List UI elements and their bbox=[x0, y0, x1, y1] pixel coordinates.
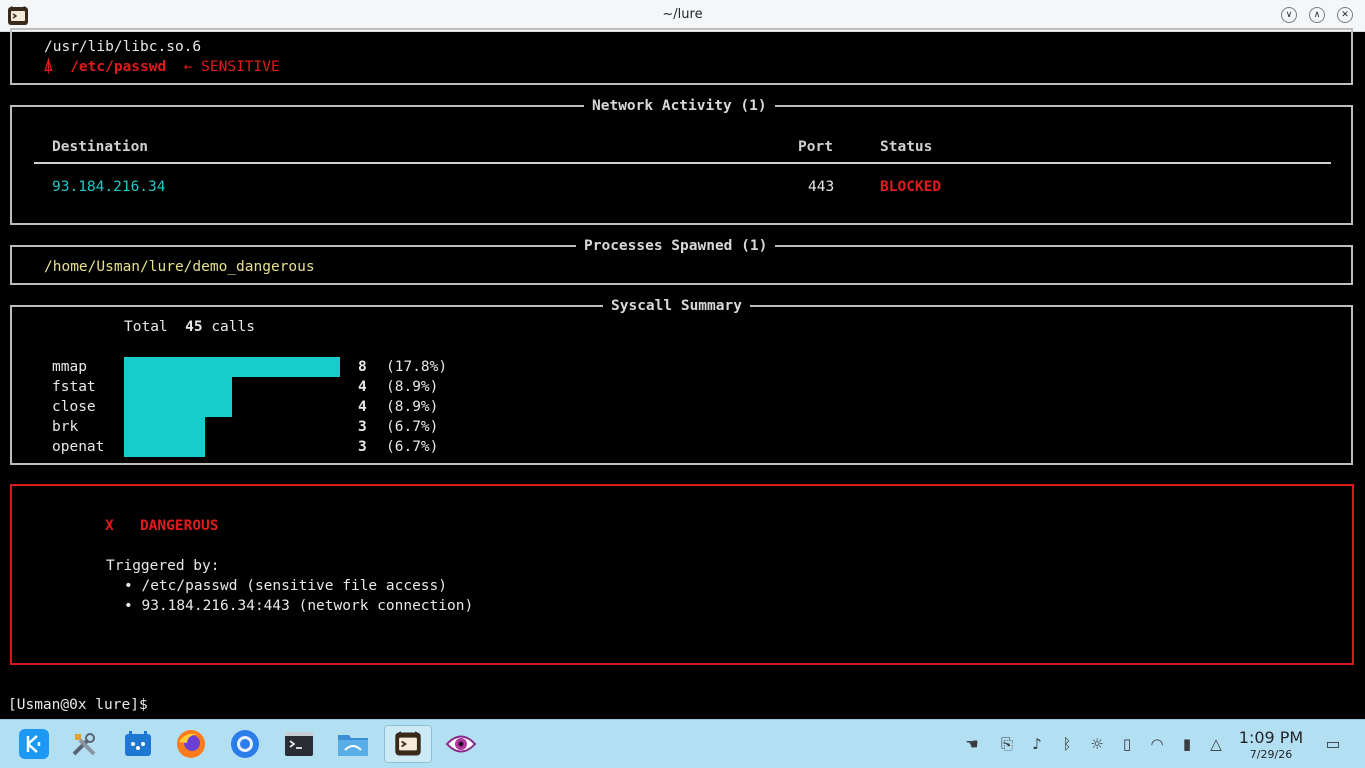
process-path: /home/Usman/lure/demo_dangerous bbox=[44, 259, 315, 275]
syscall-bar bbox=[124, 417, 205, 437]
volume-icon[interactable]: ♪ bbox=[1027, 734, 1047, 754]
syscall-bar bbox=[124, 357, 340, 377]
close-icon: ✕ bbox=[1341, 10, 1349, 20]
syscall-percent: (8.9%) bbox=[386, 379, 439, 395]
syscall-name: close bbox=[52, 399, 96, 415]
syscall-name: fstat bbox=[52, 379, 96, 395]
taskbar: ☚ ⎘ ♪ ᛒ ☼ ▯ ◠ ▮ △ 1:09 PM 7/29/26 ▭ bbox=[0, 719, 1365, 768]
syscall-total-value: 45 bbox=[185, 319, 203, 335]
battery-icon[interactable]: ▮ bbox=[1177, 734, 1197, 754]
show-desktop-icon[interactable]: ▭ bbox=[1323, 734, 1343, 754]
network-activity-box: Network Activity (1) Destination Port St… bbox=[10, 96, 1353, 225]
syscall-percent: (6.7%) bbox=[386, 419, 439, 435]
column-header-destination: Destination bbox=[52, 139, 149, 155]
network-icon[interactable]: △ bbox=[1206, 734, 1226, 754]
processes-spawned-box: Processes Spawned (1) /home/Usman/lure/d… bbox=[10, 236, 1353, 285]
minimize-button[interactable]: ∨ bbox=[1281, 7, 1297, 23]
chevron-up-icon: ∧ bbox=[1313, 10, 1321, 20]
close-button[interactable]: ✕ bbox=[1337, 7, 1353, 23]
file-access-line: /usr/lib/libc.so.6 bbox=[44, 39, 202, 55]
syscall-bar bbox=[124, 377, 232, 397]
cursor-icon: ☚ bbox=[965, 735, 979, 753]
syscall-bar bbox=[124, 437, 205, 457]
triggered-by-label: Triggered by: bbox=[106, 558, 220, 574]
network-port: 443 bbox=[808, 179, 835, 195]
syscall-total-label: Total bbox=[124, 319, 168, 335]
trigger-reason: • /etc/passwd (sensitive file access) bbox=[124, 578, 448, 594]
konsole-icon[interactable] bbox=[280, 725, 318, 763]
maximize-button[interactable]: ∧ bbox=[1309, 7, 1325, 23]
syscall-percent: (8.9%) bbox=[386, 399, 439, 415]
system-settings-icon[interactable] bbox=[65, 725, 103, 763]
verdict-heading: X DANGEROUS bbox=[105, 516, 219, 536]
clipboard-icon[interactable]: ⎘ bbox=[997, 734, 1017, 754]
clock-date: 7/29/26 bbox=[1249, 748, 1293, 761]
sensitive-file-path: /etc/passwd bbox=[70, 59, 167, 75]
x-icon: X bbox=[105, 518, 114, 534]
syscall-count: 3 bbox=[358, 419, 367, 435]
file-access-box: /usr/lib/libc.so.6 ⍋ /etc/passwd ← SENSI… bbox=[10, 28, 1353, 85]
eye-icon[interactable] bbox=[442, 725, 480, 763]
firefox-icon[interactable] bbox=[172, 725, 210, 763]
column-header-port: Port bbox=[798, 139, 833, 155]
lure-taskbar-icon[interactable] bbox=[384, 725, 432, 763]
column-header-status: Status bbox=[880, 139, 933, 155]
syscall-total-suffix: calls bbox=[211, 319, 255, 335]
syscall-total: Total 45 calls bbox=[124, 317, 255, 337]
syscall-count: 8 bbox=[358, 359, 367, 375]
wifi-icon[interactable]: ◠ bbox=[1147, 734, 1167, 754]
chrome-icon[interactable] bbox=[226, 725, 264, 763]
sensitive-note: ← SENSITIVE bbox=[183, 59, 280, 75]
syscall-count: 4 bbox=[358, 379, 367, 395]
verdict-box: X DANGEROUS Triggered by: • /etc/passwd … bbox=[10, 484, 1354, 665]
clock[interactable]: 1:09 PM 7/29/26 bbox=[1232, 728, 1310, 762]
trigger-reason: • 93.184.216.34:443 (network connection) bbox=[124, 598, 474, 614]
chevron-down-icon: ∨ bbox=[1285, 10, 1293, 20]
syscall-name: openat bbox=[52, 439, 105, 455]
verdict-label: DANGEROUS bbox=[139, 518, 219, 534]
kde-menu-icon[interactable] bbox=[15, 725, 53, 763]
network-status-badge: BLOCKED bbox=[880, 179, 942, 195]
discover-icon[interactable] bbox=[119, 725, 157, 763]
syscall-percent: (17.8%) bbox=[386, 359, 448, 375]
syscall-name: brk bbox=[52, 419, 79, 435]
syscall-summary-title: Syscall Summary bbox=[603, 296, 750, 316]
sensitive-file-line: ⍋ /etc/passwd ← SENSITIVE bbox=[44, 57, 280, 77]
syscall-name: mmap bbox=[52, 359, 87, 375]
network-activity-title: Network Activity (1) bbox=[584, 96, 775, 116]
syscall-count: 3 bbox=[358, 439, 367, 455]
syscall-bar bbox=[124, 397, 232, 417]
window-title: ~/lure bbox=[662, 7, 703, 22]
dolphin-icon[interactable] bbox=[334, 725, 372, 763]
clock-time: 1:09 PM bbox=[1238, 728, 1304, 747]
bluetooth-icon[interactable]: ᛒ bbox=[1057, 734, 1077, 754]
shell-prompt[interactable]: [Usman@0x lure]$ bbox=[8, 695, 148, 715]
network-destination: 93.184.216.34 bbox=[52, 179, 166, 195]
brightness-icon[interactable]: ☼ bbox=[1087, 734, 1107, 754]
processes-spawned-title: Processes Spawned (1) bbox=[576, 236, 776, 256]
warning-icon: ⍋ bbox=[44, 59, 53, 75]
device-icon[interactable]: ▯ bbox=[1117, 734, 1137, 754]
table-header-divider bbox=[34, 162, 1331, 164]
syscall-count: 4 bbox=[358, 399, 367, 415]
syscall-percent: (6.7%) bbox=[386, 439, 439, 455]
syscall-summary-box: Syscall Summary Total 45 calls mmap 8 (17.… bbox=[10, 296, 1353, 465]
terminal-output[interactable]: /usr/lib/libc.so.6 ⍋ /etc/passwd ← SENSI… bbox=[0, 28, 1365, 719]
